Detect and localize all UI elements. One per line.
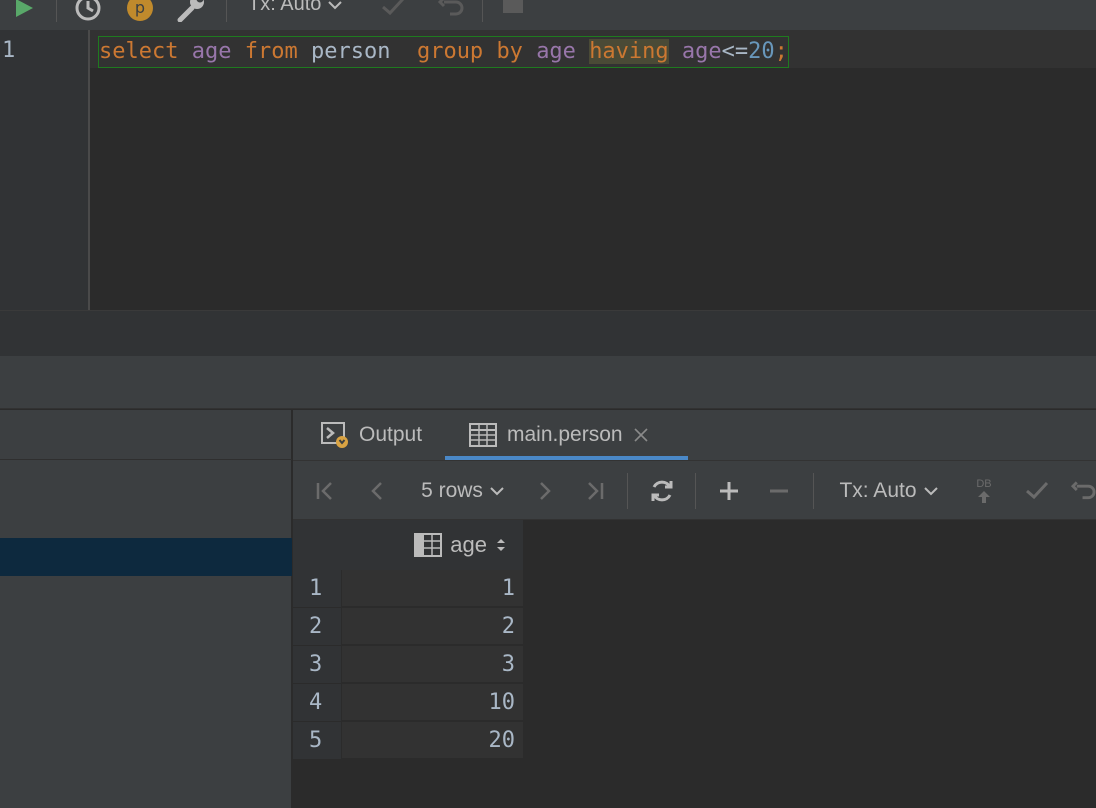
toolbar-divider	[695, 473, 696, 509]
pin-icon[interactable]: p	[124, 0, 156, 24]
table-icon	[469, 423, 497, 447]
last-page-icon[interactable]	[579, 461, 611, 521]
row-number: 1	[293, 570, 341, 607]
column-age: age	[191, 39, 232, 64]
commit-icon[interactable]	[1021, 461, 1053, 521]
next-page-icon[interactable]	[529, 461, 561, 521]
column-header-label: age	[450, 532, 487, 557]
grid-corner	[293, 520, 341, 570]
table-row[interactable]: 5 20	[293, 722, 523, 760]
tab-output[interactable]: Output	[321, 410, 422, 460]
table-row[interactable]: 3 3	[293, 646, 523, 684]
tx-mode-dropdown[interactable]: Tx: Auto	[833, 461, 945, 521]
keyword-by: by	[496, 39, 523, 64]
refresh-icon[interactable]	[645, 461, 679, 521]
chevron-down-icon	[923, 487, 938, 496]
tab-output-label: Output	[359, 423, 423, 446]
services-header	[0, 356, 1096, 409]
row-number: 5	[293, 722, 341, 759]
commit-icon[interactable]	[378, 0, 408, 20]
chevron-down-icon	[328, 0, 343, 9]
previous-page-icon[interactable]	[361, 461, 393, 521]
keyword-having: having	[589, 39, 669, 64]
wrench-icon[interactable]	[174, 0, 208, 24]
row-number: 2	[293, 608, 341, 645]
sql-statement[interactable]: select age from person group by age havi…	[98, 36, 789, 68]
stop-icon[interactable]	[500, 0, 526, 16]
sort-icon[interactable]	[495, 536, 507, 554]
sql-editor[interactable]: 1 select age from person group by age ha…	[0, 30, 1096, 310]
row-number: 3	[293, 646, 341, 683]
first-page-icon[interactable]	[309, 461, 341, 521]
results-panel: Output main.person 5 rows Tx: Auto DB ag…	[293, 410, 1096, 808]
tx-mode-label: Tx: Auto	[839, 479, 917, 502]
services-tree-header	[0, 410, 292, 460]
column-age: age	[536, 39, 576, 64]
row-number: 4	[293, 684, 341, 721]
table-row[interactable]: 1 1	[293, 570, 523, 608]
line-number: 1	[2, 38, 16, 63]
table-row[interactable]: 2 2	[293, 608, 523, 646]
operator: <=	[721, 39, 749, 64]
tab-main-person[interactable]: main.person	[469, 410, 649, 460]
db-label: DB	[976, 478, 992, 490]
number-literal: 20	[748, 39, 775, 64]
table-row[interactable]: 4 10	[293, 684, 523, 722]
results-toolbar: 5 rows Tx: Auto DB	[293, 460, 1096, 520]
toolbar-divider	[482, 0, 483, 22]
cell-age[interactable]: 10	[342, 684, 523, 721]
run-icon[interactable]	[10, 0, 38, 22]
rows-count-label: 5 rows	[421, 479, 483, 502]
console-icon	[321, 422, 348, 448]
column-age: age	[681, 39, 722, 64]
tx-mode-dropdown[interactable]: Tx: Auto	[248, 0, 343, 16]
chevron-down-icon	[490, 487, 504, 496]
cell-age[interactable]: 2	[342, 608, 523, 645]
history-icon[interactable]	[72, 0, 104, 24]
cell-age[interactable]: 20	[342, 722, 523, 759]
svg-text:p: p	[135, 0, 145, 17]
add-row-icon[interactable]	[713, 461, 745, 521]
results-tabs: Output main.person	[293, 410, 1096, 460]
editor-gutter: 1	[0, 30, 88, 310]
main-toolbar: p Tx: Auto	[0, 0, 1096, 30]
cell-age[interactable]: 1	[342, 570, 523, 607]
keyword-group: group	[416, 39, 484, 64]
selected-tree-item[interactable]	[0, 538, 292, 576]
keyword-from: from	[244, 39, 298, 64]
column-header-age[interactable]: age	[341, 520, 523, 570]
toolbar-divider	[813, 473, 814, 509]
editor-status-strip	[0, 310, 1096, 356]
page-size-dropdown[interactable]: 5 rows	[413, 461, 513, 521]
delete-row-icon[interactable]	[763, 461, 795, 521]
tab-main-person-label: main.person	[507, 423, 623, 446]
semicolon: ;	[774, 39, 788, 64]
toolbar-divider	[226, 0, 227, 22]
table-person: person	[310, 39, 391, 64]
cell-age[interactable]: 3	[342, 646, 523, 683]
close-icon[interactable]	[633, 427, 649, 443]
column-icon	[414, 533, 443, 557]
tx-mode-label: Tx: Auto	[248, 0, 322, 15]
toolbar-divider	[56, 0, 57, 22]
gutter-divider	[88, 30, 90, 310]
keyword-select: select	[99, 39, 179, 64]
toolbar-divider	[627, 473, 628, 509]
rollback-icon[interactable]	[436, 0, 466, 20]
submit-db-icon[interactable]: DB	[969, 461, 999, 521]
rollback-icon[interactable]	[1071, 461, 1096, 521]
services-tree-panel	[0, 410, 292, 808]
